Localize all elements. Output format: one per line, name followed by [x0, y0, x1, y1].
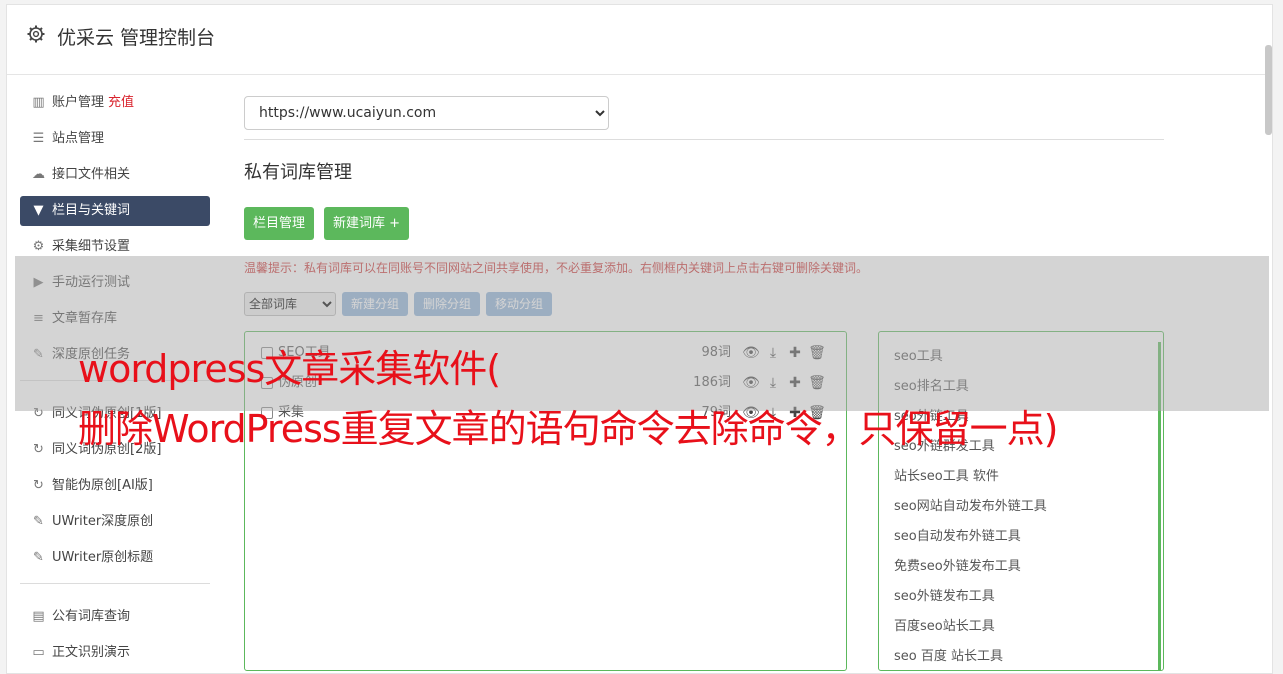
sidebar-item-public-lib[interactable]: ▤ 公有词库查询: [20, 602, 210, 632]
refresh-icon: ↻: [33, 442, 44, 457]
site-select[interactable]: https://www.ucaiyun.com: [244, 96, 609, 130]
bar-chart-icon: ▥: [32, 95, 45, 110]
overlay-title-line2: 删除WordPress重复文章的语句命令去除命令，只保留一点): [78, 407, 1059, 451]
cloud-upload-icon: ☁: [32, 167, 45, 182]
sidebar-item-label: 公有词库查询: [52, 609, 131, 624]
sidebar-item-label: 智能伪原创[AI版]: [52, 478, 153, 493]
page-scrollbar[interactable]: [1265, 45, 1272, 135]
sidebar-item-account[interactable]: ▥ 账户管理 充值: [20, 88, 210, 118]
section-title: 私有词库管理: [244, 162, 352, 183]
filter-icon: ▼: [33, 203, 44, 218]
gear-icon: [27, 25, 45, 43]
edit-icon: ✎: [33, 550, 44, 565]
new-library-button[interactable]: 新建词库 +: [324, 207, 410, 240]
sidebar-item-label: 采集细节设置: [52, 239, 131, 254]
sidebar-item-label: 接口文件相关: [52, 167, 131, 182]
action-buttons: 栏目管理 新建词库 +: [244, 207, 1164, 240]
page-header: 优采云 管理控制台: [7, 5, 1272, 75]
sidebar-item-label: 栏目与关键词: [52, 203, 131, 218]
page-title: 优采云 管理控制台: [57, 27, 216, 49]
sidebar-item-label: 站点管理: [52, 131, 105, 146]
sidebar-item-uwriter-deep[interactable]: ✎ UWriter深度原创: [20, 507, 210, 537]
keyword-item[interactable]: seo网站自动发布外链工具: [879, 492, 1163, 522]
column-manage-button[interactable]: 栏目管理: [244, 207, 315, 240]
refresh-icon: ↻: [33, 478, 44, 493]
keyword-item[interactable]: seo外链发布工具: [879, 582, 1163, 612]
sidebar-item-interface[interactable]: ☁ 接口文件相关: [20, 160, 210, 190]
sidebar-divider: [20, 583, 210, 584]
sidebar-item-uwriter-title[interactable]: ✎ UWriter原创标题: [20, 543, 210, 573]
sidebar-item-label: 正文识别演示: [52, 645, 131, 660]
recharge-link[interactable]: 充值: [108, 95, 134, 110]
divider: [244, 139, 1164, 140]
keyword-item[interactable]: 免费seo外链发布工具: [879, 552, 1163, 582]
sidebar-item-label: UWriter原创标题: [52, 550, 154, 565]
overlay-title-line1: wordpress文章采集软件(: [78, 347, 501, 391]
book-icon: ▤: [32, 609, 45, 624]
edit-icon: ✎: [33, 514, 44, 529]
keyword-item[interactable]: 站长seo工具 软件: [879, 462, 1163, 492]
sidebar-item-columns-keywords[interactable]: ▼ 栏目与关键词: [20, 196, 210, 226]
sidebar-item-label: UWriter深度原创: [52, 514, 154, 529]
sidebar-item-ai-rewrite[interactable]: ↻ 智能伪原创[AI版]: [20, 471, 210, 501]
sidebar-item-label: 账户管理: [52, 95, 105, 110]
server-icon: ☰: [32, 131, 45, 146]
gears-icon: ⚙: [32, 239, 45, 254]
sidebar-item-text-recognition[interactable]: ▭ 正文识别演示: [20, 638, 210, 668]
keyword-item[interactable]: 百度seo站长工具: [879, 612, 1163, 642]
keyword-item[interactable]: seo自动发布外链工具: [879, 522, 1163, 552]
sidebar-item-sites[interactable]: ☰ 站点管理: [20, 124, 210, 154]
monitor-icon: ▭: [32, 645, 45, 660]
